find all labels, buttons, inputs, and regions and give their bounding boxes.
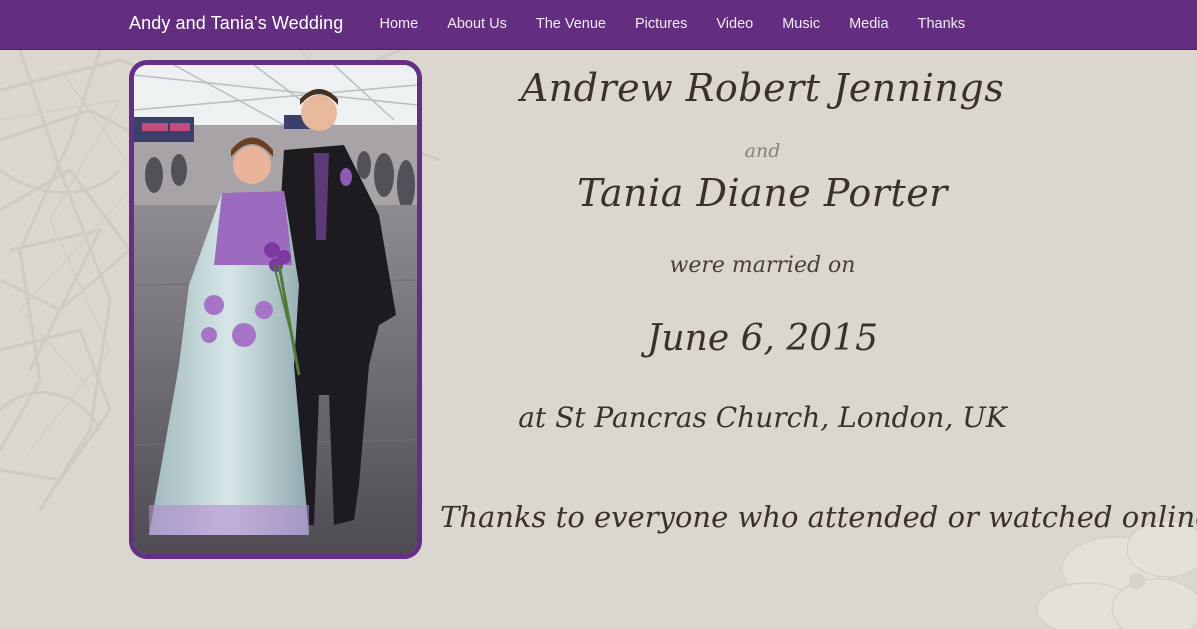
main-nav: Home About Us The Venue Pictures Video M… [365,0,980,50]
nav-item-video: Video [702,0,768,50]
nav-item-pictures: Pictures [621,0,702,50]
site-brand-link[interactable]: Andy and Tania's Wedding [129,13,343,34]
nav-item-media: Media [835,0,904,50]
nav-link-video[interactable]: Video [702,0,768,50]
nav-link-the-venue[interactable]: The Venue [521,0,620,50]
wedding-venue: at St Pancras Church, London, UK [518,401,1007,434]
wedding-date: June 6, 2015 [647,318,878,359]
groom-name: Andrew Robert Jennings [520,66,1005,110]
thanks-message: Thanks to everyone who attended or watch… [440,500,1197,534]
top-navbar: Andy and Tania's Wedding Home About Us T… [0,0,1197,50]
nav-link-home[interactable]: Home [365,0,433,50]
nav-link-music[interactable]: Music [768,0,835,50]
bride-name: Tania Diane Porter [577,171,948,215]
conjunction-text: and [744,140,781,162]
nav-item-thanks: Thanks [903,0,980,50]
couple-photo-frame [129,60,422,559]
couple-photo [134,65,417,554]
nav-link-media[interactable]: Media [835,0,904,50]
nav-item-the-venue: The Venue [521,0,620,50]
nav-item-about-us: About Us [433,0,522,50]
nav-link-thanks[interactable]: Thanks [903,0,980,50]
nav-item-music: Music [768,0,835,50]
married-text: were married on [669,253,856,278]
nav-link-about-us[interactable]: About Us [433,0,522,50]
nav-item-home: Home [365,0,433,50]
nav-link-pictures[interactable]: Pictures [621,0,702,50]
